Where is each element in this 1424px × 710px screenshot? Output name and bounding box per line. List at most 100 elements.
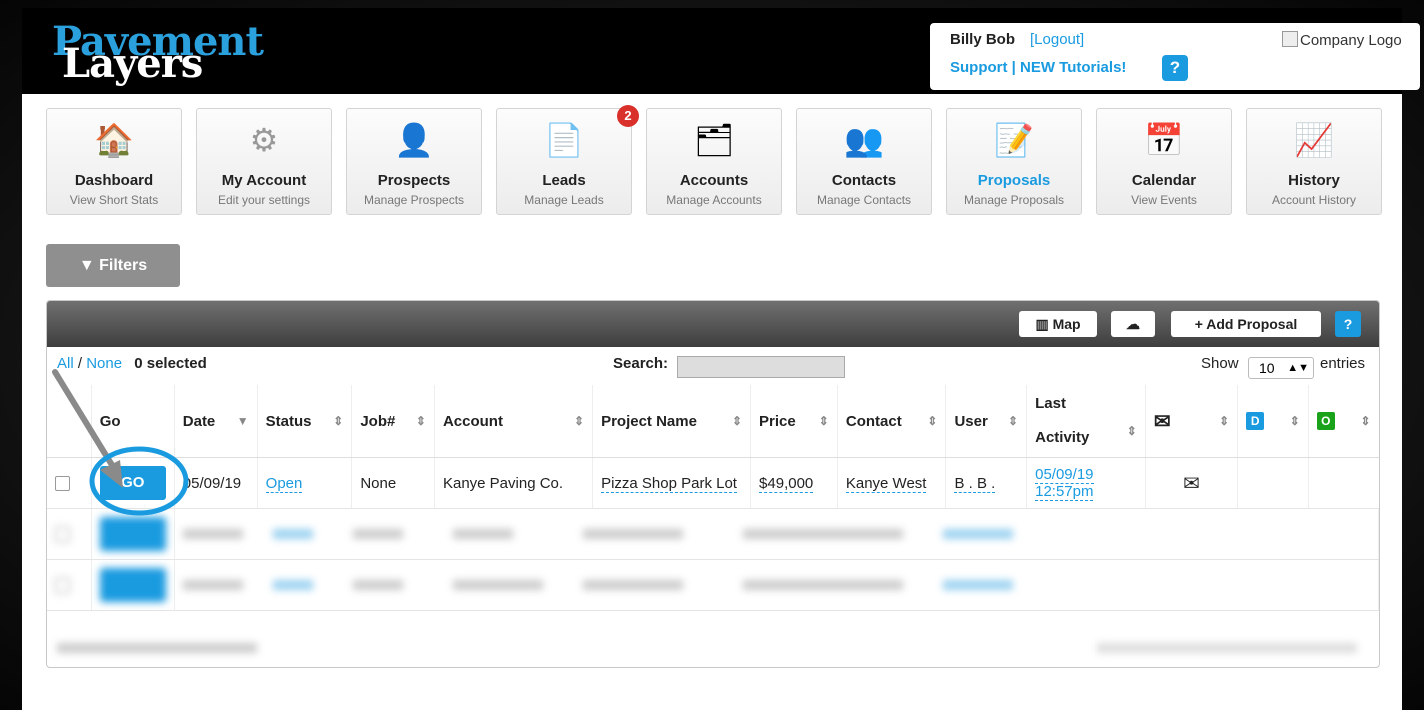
help-icon[interactable]: ?: [1162, 55, 1188, 81]
nav-prospects[interactable]: 👤 Prospects Manage Prospects: [346, 108, 482, 215]
support-link[interactable]: Support | NEW Tutorials!: [950, 59, 1126, 76]
blurred-cell: [91, 508, 175, 560]
logout-link[interactable]: [Logout]: [1030, 31, 1084, 48]
col-user[interactable]: User ⇕: [945, 385, 1028, 458]
nav-title: Accounts: [679, 172, 749, 189]
export-button[interactable]: ☁: [1111, 311, 1155, 337]
table-row[interactable]: GO 05/09/19 Open None Kanye Paving Co. P…: [47, 457, 1379, 509]
o-cell: [1308, 457, 1379, 509]
entries-select[interactable]: 10 ▲▼: [1248, 357, 1314, 379]
row-checkbox[interactable]: [55, 476, 70, 492]
select-all-link[interactable]: All: [57, 355, 74, 372]
col-o[interactable]: O ⇕: [1308, 385, 1379, 458]
col-d[interactable]: D ⇕: [1237, 385, 1309, 458]
col-date-label: Date: [182, 412, 216, 430]
search-input[interactable]: [677, 356, 845, 378]
blurred-cell: [174, 508, 1379, 560]
user-box: Billy Bob [Logout] Support | NEW Tutoria…: [930, 23, 1420, 90]
sort-icon: ⇕: [1008, 414, 1019, 428]
select-none-link[interactable]: None: [86, 355, 122, 372]
nav-accounts[interactable]: 🗂 Accounts Manage Accounts: [646, 108, 782, 215]
nav-title: Prospects: [377, 172, 451, 189]
table-info-blurred: [57, 643, 257, 653]
nav-dashboard[interactable]: 🏠 Dashboard View Short Stats: [46, 108, 182, 215]
col-price[interactable]: Price ⇕: [750, 385, 838, 458]
user-initials[interactable]: B . B .: [954, 474, 996, 493]
o-badge: O: [1316, 412, 1335, 430]
account-cell: Kanye Paving Co.: [434, 457, 594, 509]
add-proposal-button[interactable]: + Add Proposal: [1171, 311, 1321, 337]
proposals-panel: ▥ Map ☁ + Add Proposal ? All / None 0 se…: [46, 300, 1380, 668]
sort-icon: ⇕: [1219, 414, 1230, 428]
map-button[interactable]: ▥ Map: [1019, 311, 1097, 337]
nav-proposals[interactable]: 📝 Proposals Manage Proposals: [946, 108, 1082, 215]
col-project-label: Project Name: [601, 412, 697, 430]
price-value[interactable]: $49,000: [759, 474, 814, 493]
row-checkbox: [55, 578, 70, 594]
d-cell: [1237, 457, 1309, 509]
contact-cell: Kanye West: [837, 457, 947, 509]
table-help-icon[interactable]: ?: [1335, 311, 1361, 337]
entries-label: entries: [1320, 355, 1366, 372]
sort-icon: ⇕: [927, 414, 938, 428]
logo-line2: Layers: [62, 40, 203, 87]
show-label: Show: [1201, 355, 1239, 372]
nav-contacts[interactable]: 👥 Contacts Manage Contacts: [796, 108, 932, 215]
col-job-label: Job#: [360, 412, 396, 430]
go-button: [99, 517, 166, 551]
nav-title: My Account: [221, 172, 307, 189]
envelope-icon[interactable]: ✉: [1183, 473, 1200, 495]
sort-icon: ⇕: [731, 414, 743, 428]
sort-icon: ⇕: [1126, 424, 1137, 438]
panel-toolbar: ▥ Map ☁ + Add Proposal ?: [47, 301, 1379, 347]
project-name[interactable]: Pizza Shop Park Lot: [601, 474, 737, 493]
broken-image-icon: [1282, 31, 1298, 47]
pavement-layers-logo[interactable]: Pavement Layers: [52, 22, 292, 84]
job-cell: None: [351, 457, 435, 509]
col-go-label: Go: [99, 412, 121, 430]
price-cell: $49,000: [750, 457, 838, 509]
col-job[interactable]: Job# ⇕: [351, 385, 435, 458]
calendar-icon: 📅: [1144, 122, 1184, 158]
filter-icon: ▼: [78, 257, 95, 274]
col-select: [47, 385, 92, 458]
col-status[interactable]: Status ⇕: [257, 385, 353, 458]
nav-title: Leads: [542, 172, 586, 189]
nav-subtitle: Manage Proposals: [963, 193, 1065, 207]
project-cell: Pizza Shop Park Lot: [592, 457, 752, 509]
people-icon: 👥: [844, 122, 884, 158]
nav-subtitle: Manage Leads: [524, 193, 604, 207]
company-logo: Company Logo: [1282, 31, 1402, 49]
col-price-label: Price: [759, 412, 796, 430]
col-project[interactable]: Project Name ⇕: [592, 385, 752, 458]
nav-calendar[interactable]: 📅 Calendar View Events: [1096, 108, 1232, 215]
nav-subtitle: Manage Prospects: [363, 193, 465, 207]
nav-history[interactable]: 📈 History Account History: [1246, 108, 1382, 215]
monitor-graph-icon: 📈: [1294, 122, 1334, 158]
status-link[interactable]: Open: [265, 474, 303, 493]
map-label: Map: [1052, 316, 1081, 332]
cloud-download-icon: ☁: [1126, 316, 1140, 332]
filters-button[interactable]: ▼ Filters: [46, 244, 180, 287]
table-row: [47, 559, 1379, 611]
sort-icon: ⇕: [1289, 414, 1300, 428]
col-email[interactable]: ✉ ⇕: [1145, 385, 1239, 458]
nav-my-account[interactable]: ⚙ My Account Edit your settings: [196, 108, 332, 215]
go-button[interactable]: GO: [99, 466, 166, 500]
sort-icon: ⇕: [415, 414, 426, 428]
company-logo-alt: Company Logo: [1300, 32, 1402, 49]
d-badge: D: [1246, 412, 1265, 430]
envelope-icon: ✉: [1153, 410, 1171, 433]
col-last-activity[interactable]: Last Activity ⇕: [1026, 385, 1146, 458]
col-date[interactable]: Date ▼: [174, 385, 258, 458]
sort-icon: ⇕: [1360, 414, 1371, 428]
nav-leads[interactable]: 📄 Leads Manage Leads 2: [496, 105, 639, 215]
col-contact[interactable]: Contact ⇕: [837, 385, 947, 458]
col-account[interactable]: Account ⇕: [434, 385, 594, 458]
sort-icon: ⇕: [333, 414, 344, 428]
blurred-cell: [47, 559, 92, 611]
nav-title: History: [1288, 172, 1340, 189]
blurred-cell: [47, 508, 92, 560]
contact-name[interactable]: Kanye West: [845, 474, 927, 493]
last-activity-link[interactable]: 05/09/19 12:57pm: [1035, 466, 1094, 501]
